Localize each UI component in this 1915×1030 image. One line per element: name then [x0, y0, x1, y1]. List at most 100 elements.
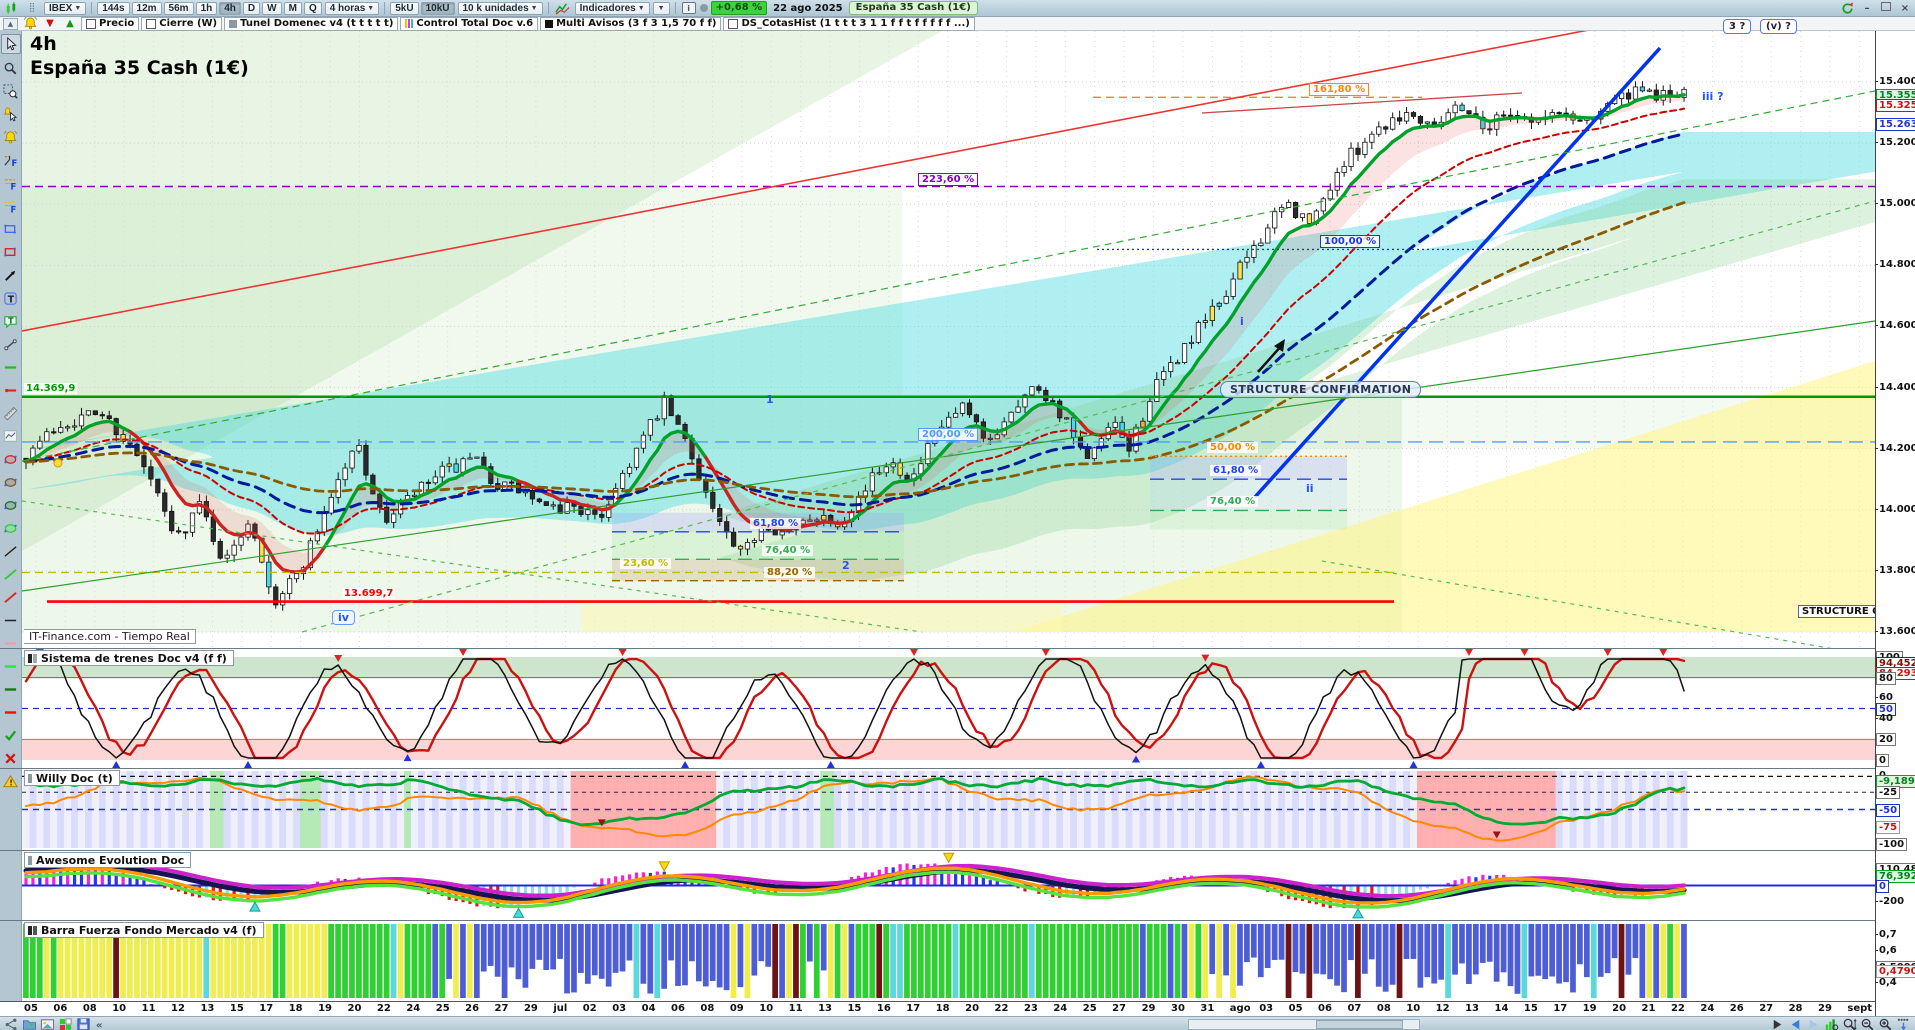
arrow-tool[interactable]: [2, 266, 20, 284]
fib-extension-tool[interactable]: F: [2, 197, 20, 215]
rect-tool-blue[interactable]: [2, 220, 20, 238]
zoom-out-icon[interactable]: [1859, 1018, 1875, 1030]
save-icon[interactable]: [75, 1018, 91, 1030]
horizontal-scrollbar[interactable]: [1188, 1019, 1420, 1030]
alert-pointer-tool[interactable]: [2, 105, 20, 123]
timeframe-button-1h[interactable]: 1h: [196, 2, 218, 15]
double-chevron-icon[interactable]: «: [93, 1018, 109, 1030]
zoom-vertical-icon[interactable]: [1841, 1018, 1857, 1030]
panel-awesome-evolution[interactable]: Awesome Evolution Doc: [22, 851, 1875, 920]
alert-tool[interactable]: [2, 128, 20, 146]
hline-pink[interactable]: [2, 634, 20, 652]
delete-tool[interactable]: [2, 749, 20, 767]
timeframe-button-144s[interactable]: 144s: [97, 2, 129, 15]
hline-darkgreen[interactable]: [2, 680, 20, 698]
indicator-item-0[interactable]: Precio: [81, 17, 139, 31]
timeframe-button-56m[interactable]: 56m: [164, 2, 194, 15]
time-axis[interactable]: 050608101112131517181920222425262729jul0…: [0, 1001, 1875, 1017]
wave-v-button[interactable]: (v) ?: [1760, 19, 1797, 34]
image-icon[interactable]: [39, 1018, 55, 1030]
indicator-item-2[interactable]: Tunel Domenec v4 (t t t t t): [224, 17, 398, 31]
buy-arrow-icon[interactable]: ▲: [62, 18, 78, 30]
hline-tool-green[interactable]: [2, 358, 20, 376]
refresh-icon[interactable]: [1839, 2, 1855, 14]
timeframe-dropdown[interactable]: 4 horas▼: [325, 2, 380, 15]
timeframe-button-W[interactable]: W: [262, 2, 281, 15]
restore-button[interactable]: [1878, 2, 1894, 14]
indicator-item-4[interactable]: Multi Avisos (3 f 3 1,5 70 f f): [540, 17, 721, 31]
segment-tool[interactable]: [2, 335, 20, 353]
text-tool[interactable]: T: [2, 289, 20, 307]
folder-icon[interactable]: [21, 1018, 37, 1030]
hline-black[interactable]: [2, 611, 20, 629]
price-chart-canvas[interactable]: [22, 31, 1875, 648]
note-tool[interactable]: T: [2, 312, 20, 330]
confirm-tool[interactable]: [2, 726, 20, 744]
timeframe-button-M[interactable]: M: [284, 2, 302, 15]
indicator-item-3[interactable]: Control Total Doc v.6: [400, 17, 538, 31]
panel-willy-doc[interactable]: Willy Doc (t): [22, 769, 1875, 850]
indicators-button[interactable]: Indicadores▼: [575, 2, 650, 15]
ellipse-tool-darkgreen[interactable]: [2, 496, 20, 514]
zoom-area-tool[interactable]: [2, 82, 20, 100]
price-axis[interactable]: 15.40015.20015.00014.80014.60014.40014.2…: [1875, 31, 1915, 1016]
ruler-tool[interactable]: [2, 404, 20, 422]
pattern-tool[interactable]: [2, 427, 20, 445]
instrument-selector[interactable]: IBEX▼: [44, 2, 86, 15]
timeframe-button-12m[interactable]: 12m: [132, 2, 162, 15]
hline-tool-red-dot[interactable]: [2, 381, 20, 399]
hline-brightgreen[interactable]: [2, 657, 20, 675]
alert-bell-icon[interactable]: [22, 18, 38, 30]
panel-header-awesome-evolution[interactable]: Awesome Evolution Doc: [24, 852, 191, 868]
step-bars-icon[interactable]: [1895, 1018, 1911, 1030]
collapse-chevron-icon[interactable]: ▲: [3, 18, 18, 30]
panel-header-barra-fuerza[interactable]: Barra Fuerza Fondo Mercado v4 (f): [24, 922, 264, 938]
timeframe-button-Q[interactable]: Q: [304, 2, 322, 15]
grid-icon[interactable]: [57, 1018, 73, 1030]
units-button-5kU[interactable]: 5kU: [390, 2, 418, 15]
nav-forward-icon[interactable]: [1805, 1018, 1821, 1030]
info-icon[interactable]: i: [682, 2, 696, 14]
ellipse-tool-brown[interactable]: [2, 473, 20, 491]
timeframe-button-4h[interactable]: 4h: [219, 2, 241, 15]
share-nodes-icon[interactable]: [3, 1018, 19, 1030]
minimize-button[interactable]: –: [1859, 3, 1875, 14]
indicator-item-5[interactable]: DS_CotasHist (1 t t t 3 1 1 f f t f f f …: [723, 17, 974, 31]
pointer-tool[interactable]: [1, 34, 21, 54]
panel-header-willy-doc[interactable]: Willy Doc (t): [24, 770, 120, 786]
divider: [675, 2, 676, 14]
ellipse-tool-red[interactable]: [2, 450, 20, 468]
diag-line-red[interactable]: [2, 588, 20, 606]
units-dropdown[interactable]: 10 k unidades▼: [458, 2, 543, 15]
zoom-chart-icon[interactable]: [1823, 1018, 1839, 1030]
zoom-in-icon[interactable]: [1877, 1018, 1893, 1030]
main-chart[interactable]: 4h España 35 Cash (1€) IT-Finance.com - …: [22, 31, 1875, 648]
arrow-right-icon[interactable]: [1769, 1018, 1785, 1030]
fib-levels-tool[interactable]: F: [2, 174, 20, 192]
diag-line-black[interactable]: [2, 542, 20, 560]
fib-retracement-tool[interactable]: F: [2, 151, 20, 169]
nav-back-icon[interactable]: [1787, 1018, 1803, 1030]
price-tag: 15.325,2: [1876, 99, 1915, 112]
panel-barra-fuerza[interactable]: Barra Fuerza Fondo Mercado v4 (f): [22, 921, 1875, 1001]
toolbar-grip[interactable]: ⣿: [24, 2, 40, 14]
timeframe-button-D[interactable]: D: [243, 2, 260, 15]
hline-red[interactable]: [2, 703, 20, 721]
warning-tool[interactable]: !: [2, 772, 20, 790]
units-button-10kU[interactable]: 10kU: [421, 2, 455, 15]
zoom-tool[interactable]: [2, 59, 20, 77]
wave-3-button[interactable]: 3 ?: [1723, 19, 1751, 34]
close-button[interactable]: ×: [1897, 3, 1913, 14]
ellipse-tool-lightgreen[interactable]: [2, 519, 20, 537]
instrument-tab[interactable]: España 35 Cash (1€): [849, 1, 978, 15]
panel-header-sistema-de-trenes[interactable]: Sistema de trenes Doc v4 (f f): [24, 650, 234, 666]
rect-tool-red[interactable]: [2, 243, 20, 261]
price-tick: 14.800: [1879, 259, 1915, 270]
x-axis-label: 10: [112, 1003, 126, 1014]
sell-arrow-icon[interactable]: ▼: [42, 18, 58, 30]
indicators-extra-dropdown[interactable]: ▼: [653, 2, 670, 15]
diag-line-green[interactable]: [2, 565, 20, 583]
scrollbar-handle[interactable]: [1316, 1020, 1403, 1029]
panel-sistema-de-trenes[interactable]: Sistema de trenes Doc v4 (f f): [22, 649, 1875, 768]
indicator-item-1[interactable]: Cierre (W): [141, 17, 222, 31]
